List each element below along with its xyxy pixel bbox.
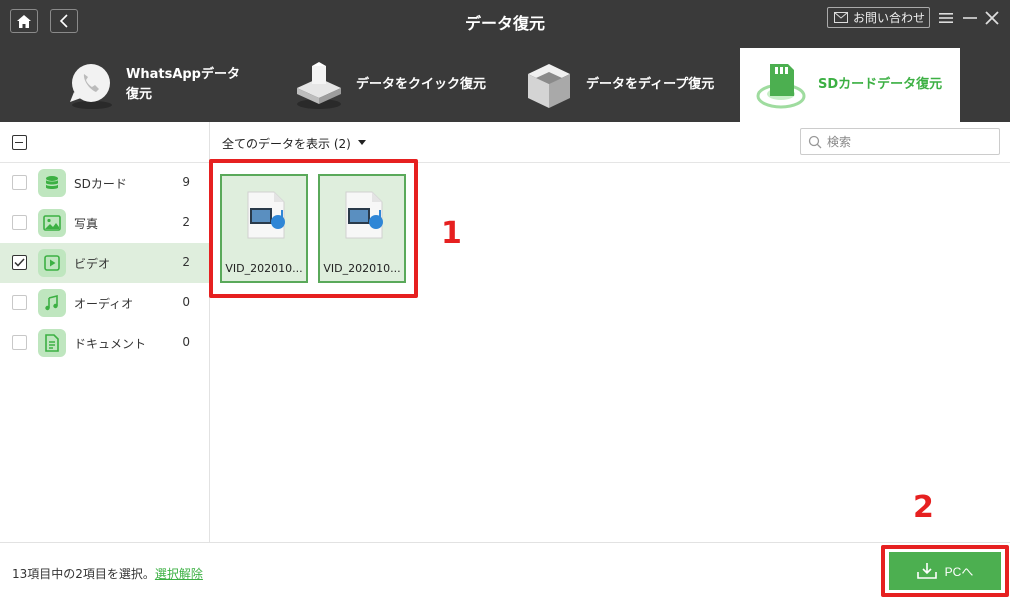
tab-whatsapp-recovery[interactable]: WhatsAppデータ復元 <box>62 48 272 122</box>
contact-label: お問い合わせ <box>853 11 926 25</box>
contact-button[interactable]: お問い合わせ <box>827 7 930 28</box>
search-box[interactable] <box>800 128 1000 155</box>
tab-label: データをクイック復元 <box>356 77 487 92</box>
sd-card-checkbox[interactable] <box>12 175 27 190</box>
tab-deep-recovery[interactable]: データをディープ復元 <box>522 48 732 122</box>
annotation-marker-1: 1 <box>441 216 462 251</box>
search-icon <box>808 135 822 149</box>
sidebar-item-label: ビデオ <box>74 257 111 271</box>
annotation-marker-2: 2 <box>913 490 934 525</box>
chevron-down-icon[interactable] <box>358 140 366 145</box>
sidebar-item-audio[interactable]: オーディオ 0 <box>0 283 209 323</box>
mode-tabs: WhatsAppデータ復元 データをクイック復元 データをディープ復元 SDカー… <box>0 42 1010 122</box>
title-bar: データ復元 お問い合わせ <box>0 0 1010 42</box>
sidebar-item-count: 2 <box>182 255 190 269</box>
document-icon <box>38 329 66 357</box>
sidebar-item-count: 2 <box>182 215 190 229</box>
photos-checkbox[interactable] <box>12 215 27 230</box>
sidebar-item-label: SDカード <box>74 177 127 191</box>
sidebar-item-count: 0 <box>182 295 190 309</box>
selection-status: 13項目中の2項目を選択。選択解除 <box>12 565 203 582</box>
menu-icon[interactable] <box>938 10 954 26</box>
minimize-icon[interactable] <box>962 10 978 26</box>
content-toolbar: 全てのデータを表示 (2) <box>210 122 1010 163</box>
image-icon <box>38 209 66 237</box>
footer-bar: 13項目中の2項目を選択。選択解除 <box>0 542 1010 600</box>
sidebar-item-sd-card[interactable]: SDカード 9 <box>0 163 209 203</box>
category-sidebar: SDカード 9 写真 2 ビデオ 2 オーディオ 0 ドキュメント 0 <box>0 122 210 542</box>
sidebar-item-count: 9 <box>182 175 190 189</box>
tab-label: データをディープ復元 <box>586 77 715 92</box>
documents-checkbox[interactable] <box>12 335 27 350</box>
mail-icon <box>834 12 848 23</box>
selection-status-text: 13項目中の2項目を選択。 <box>12 567 155 581</box>
tab-quick-recovery[interactable]: データをクイック復元 <box>292 48 492 122</box>
music-note-icon <box>38 289 66 317</box>
select-all-checkbox[interactable] <box>12 135 27 150</box>
tab-sd-card-recovery[interactable]: SDカードデータ復元 <box>740 48 960 122</box>
deep-recovery-cube-icon <box>528 64 570 108</box>
sidebar-item-photos[interactable]: 写真 2 <box>0 203 209 243</box>
sd-card-icon <box>756 64 806 109</box>
tab-label: WhatsAppデータ復元 <box>126 67 240 102</box>
deselect-link[interactable]: 選択解除 <box>155 567 203 581</box>
filter-dropdown[interactable]: 全てのデータを表示 (2) <box>222 135 351 152</box>
search-input[interactable] <box>827 133 992 151</box>
video-checkbox[interactable] <box>12 255 27 270</box>
sidebar-item-count: 0 <box>182 335 190 349</box>
tab-label: SDカードデータ復元 <box>818 77 943 92</box>
sidebar-item-label: ドキュメント <box>74 337 147 351</box>
video-play-icon <box>38 249 66 277</box>
sidebar-item-documents[interactable]: ドキュメント 0 <box>0 323 209 363</box>
annotation-highlight-files <box>209 159 418 298</box>
audio-checkbox[interactable] <box>12 295 27 310</box>
annotation-highlight-export <box>881 545 1009 597</box>
quick-recovery-box-icon <box>297 62 341 109</box>
close-icon[interactable] <box>984 10 1000 26</box>
sidebar-item-label: オーディオ <box>74 297 134 311</box>
sidebar-item-video[interactable]: ビデオ 2 <box>0 243 209 283</box>
whatsapp-phone-icon <box>70 64 112 109</box>
database-icon <box>38 169 66 197</box>
sidebar-item-label: 写真 <box>74 217 99 231</box>
sidebar-header <box>0 122 209 163</box>
